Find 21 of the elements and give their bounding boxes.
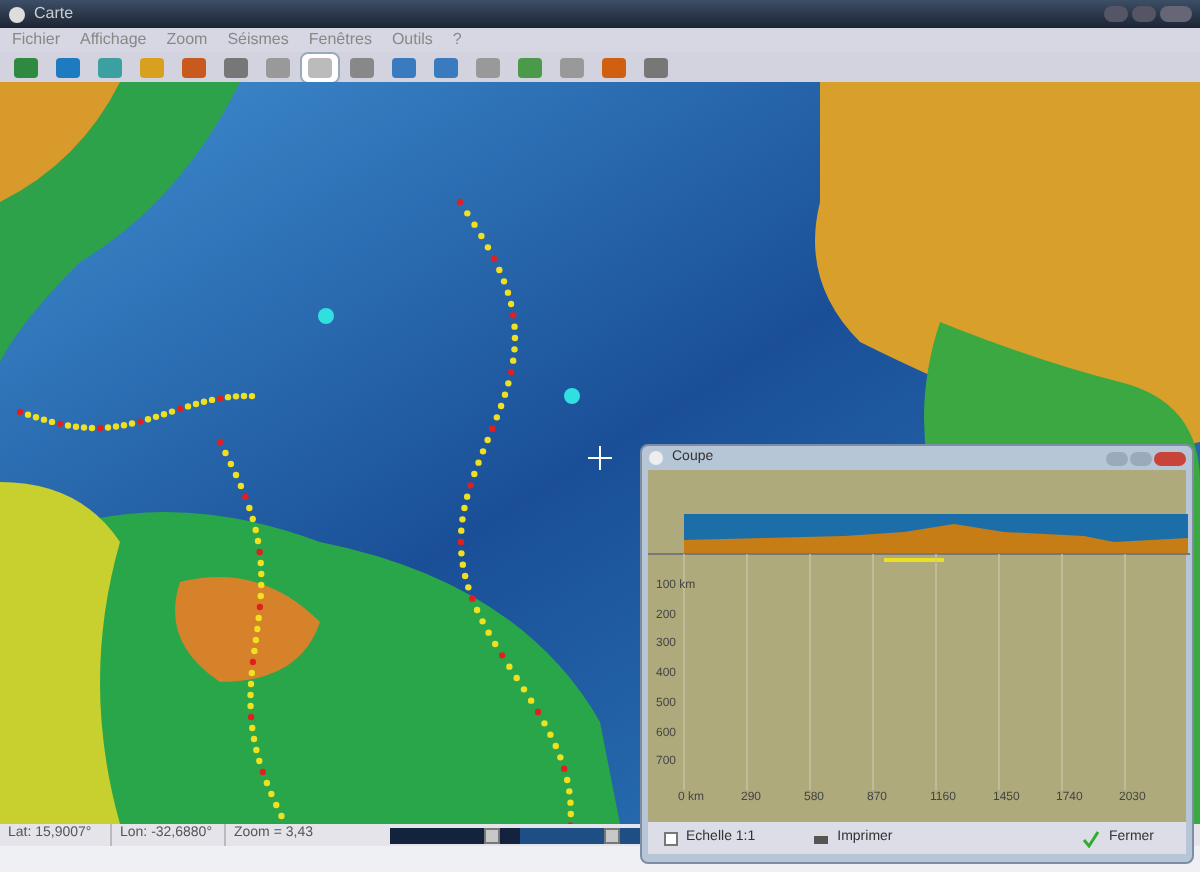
menu-item[interactable]: Outils — [391, 28, 433, 52]
menu-item[interactable]: ? — [452, 28, 462, 52]
scale-checkbox[interactable] — [664, 831, 678, 845]
menu-item[interactable]: Fenêtres — [308, 28, 372, 52]
menu-item[interactable]: Séismes — [227, 28, 289, 52]
maximize-button[interactable] — [1132, 6, 1156, 22]
window-title: Carte — [34, 2, 74, 26]
menu-item[interactable]: Zoom — [166, 28, 208, 52]
zoom-slider[interactable] — [390, 827, 520, 843]
check-icon — [1082, 829, 1101, 847]
slider-thumb[interactable] — [603, 827, 619, 843]
printer-icon — [811, 829, 830, 847]
app-icon — [8, 5, 26, 23]
menu-item[interactable]: Affichage — [80, 28, 147, 52]
minimize-button[interactable] — [1104, 6, 1128, 22]
toolbar-button[interactable] — [300, 51, 340, 83]
slider-thumb[interactable] — [483, 827, 500, 843]
menu-item[interactable]: Fichier — [12, 28, 61, 52]
close-button[interactable] — [1160, 6, 1192, 22]
close-button[interactable] — [1154, 451, 1186, 465]
app-icon — [648, 450, 664, 466]
